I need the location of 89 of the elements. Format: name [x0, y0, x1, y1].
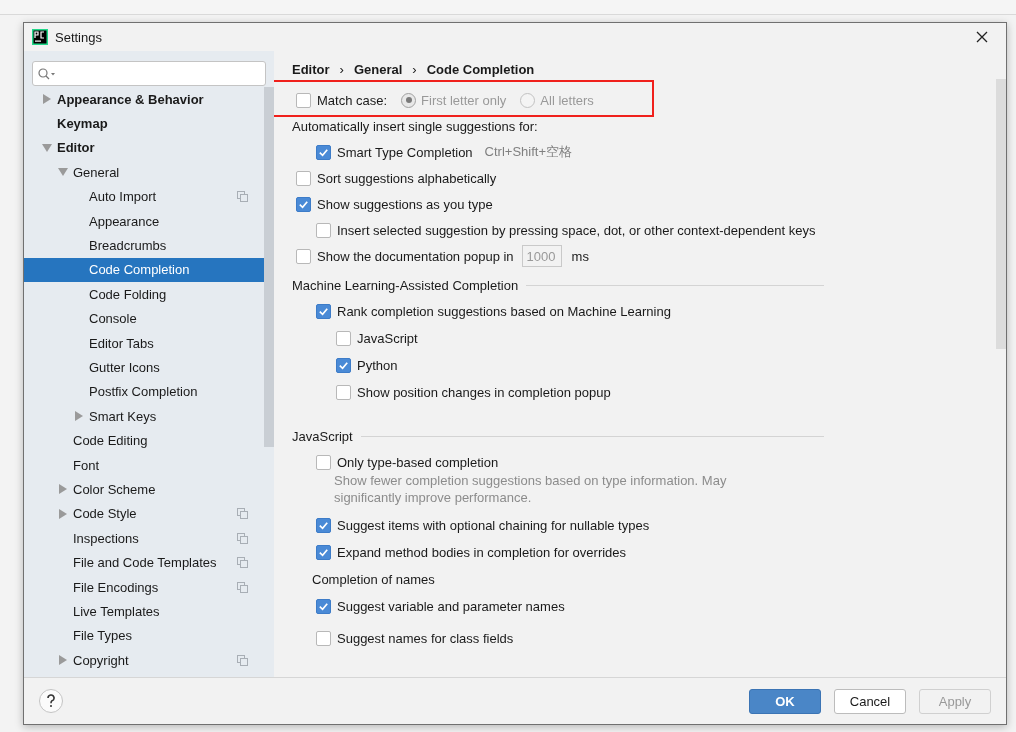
checkmark-icon [317, 546, 330, 559]
expanded-arrow-icon[interactable] [58, 167, 68, 178]
sidebar-item[interactable]: General [24, 160, 264, 185]
checkmark-icon [317, 305, 330, 318]
collapsed-arrow-icon[interactable] [42, 94, 52, 105]
checkbox-label: Rank completion suggestions based on Machine Learning [337, 304, 671, 319]
option-description: Show fewer completion suggestions based on type information. May significantly improve performance. [333, 472, 728, 506]
window-title: Settings [55, 29, 103, 45]
checkbox[interactable] [316, 304, 331, 319]
search-icon [38, 67, 56, 80]
sidebar-item[interactable]: Postfix Completion [24, 379, 264, 405]
checkbox-label: Sort suggestions alphabetically [317, 170, 497, 186]
checkbox[interactable] [296, 248, 311, 264]
collapsed-arrow-icon[interactable] [58, 484, 68, 495]
help-icon [46, 694, 56, 708]
help-button[interactable] [39, 689, 63, 713]
section-title: JavaScript [292, 428, 353, 444]
checkbox[interactable] [316, 599, 331, 614]
sidebar-item[interactable]: Keymap [24, 111, 264, 136]
checkbox[interactable] [336, 331, 351, 346]
checkbox-label: Only type-based completion [337, 455, 499, 470]
checkbox[interactable] [296, 196, 311, 212]
sidebar-item[interactable]: Appearance & Behavior [24, 87, 264, 112]
checkbox[interactable] [296, 92, 311, 108]
checkbox[interactable] [316, 222, 331, 238]
sidebar-item[interactable]: Code Folding [24, 282, 264, 307]
search-field[interactable] [32, 61, 266, 86]
breadcrumb-separator: › [412, 61, 417, 77]
checkmark-icon [317, 519, 330, 532]
checkbox[interactable] [336, 385, 351, 400]
scrollbar-thumb[interactable] [996, 79, 1006, 349]
sidebar-item[interactable]: File Types [24, 623, 264, 648]
dialog-button[interactable]: Cancel [834, 688, 906, 714]
sidebar-item[interactable]: Code Editing [24, 428, 264, 453]
sidebar-item[interactable]: Code Style [24, 501, 264, 527]
expanded-arrow-icon[interactable] [42, 142, 52, 153]
checkbox-label: Show the documentation popup in [317, 248, 514, 264]
checkbox-label: Insert selected suggestion by pressing space, dot, or other context-dependent keys [337, 222, 816, 238]
sidebar-item[interactable]: Live Templates [24, 599, 264, 624]
sidebar-item[interactable]: Console [24, 306, 264, 331]
checkbox[interactable] [316, 631, 331, 646]
checkmark-icon [337, 359, 350, 372]
scrollbar-thumb[interactable] [264, 87, 274, 447]
checkbox[interactable] [336, 358, 351, 373]
sidebar-item[interactable]: Editor Tabs [24, 330, 264, 356]
checkbox-label: Suggest names for class fields [337, 631, 514, 646]
shortcut-hint: Ctrl+Shift+空格 [484, 143, 573, 161]
sidebar-item[interactable]: Gutter Icons [24, 355, 264, 380]
checkbox[interactable] [316, 144, 331, 160]
breadcrumb-item[interactable]: Code Completion [426, 61, 535, 77]
checkbox[interactable] [316, 518, 331, 533]
sidebar-item[interactable]: Font [24, 452, 264, 478]
checkbox-label: Python [357, 358, 398, 373]
collapsed-arrow-icon[interactable] [58, 508, 68, 519]
group-label: Automatically insert single suggestions for: [292, 118, 538, 134]
section-title: Machine Learning-Assisted Completion [292, 277, 519, 293]
checkbox-label: Match case: [317, 92, 388, 108]
collapsed-arrow-icon[interactable] [58, 655, 68, 666]
app-icon [32, 29, 48, 45]
sidebar-item[interactable]: Color Scheme [24, 477, 264, 502]
breadcrumb-separator: › [339, 61, 344, 77]
breadcrumb-item[interactable]: General [353, 61, 403, 77]
checkmark-icon [317, 600, 330, 613]
sidebar-item[interactable]: File and Code Templates [24, 550, 264, 575]
checkbox[interactable] [296, 170, 311, 186]
group-label: Completion of names [312, 572, 435, 587]
checkbox-label: Expand method bodies in completion for overrides [337, 545, 627, 560]
checkbox-label: Suggest items with optional chaining for nullable types [337, 518, 650, 533]
sidebar-item[interactable]: Code Completion [24, 257, 264, 283]
unit-label: ms [571, 248, 589, 264]
ok-button[interactable]: OK [749, 688, 821, 714]
sidebar-item[interactable]: Inspections [24, 526, 264, 551]
checkbox-label: Show suggestions as you type [317, 196, 493, 212]
checkbox-label: Smart Type Completion [337, 144, 473, 160]
breadcrumb-item[interactable]: Editor [292, 61, 330, 77]
checkbox[interactable] [316, 545, 331, 560]
checkbox-label: JavaScript [357, 331, 418, 346]
sidebar-item[interactable]: Appearance [24, 208, 264, 234]
sidebar-item[interactable]: Copyright [24, 648, 264, 673]
sidebar-item[interactable]: File Encodings [24, 574, 264, 600]
sidebar-item[interactable]: Auto Import [24, 184, 264, 209]
checkbox[interactable] [316, 455, 331, 470]
close-icon[interactable] [976, 31, 988, 43]
checkbox-label: Suggest variable and parameter names [337, 599, 565, 614]
sidebar-item[interactable]: Breadcrumbs [24, 233, 264, 258]
checkbox-label: Show position changes in completion popup [357, 385, 611, 400]
collapsed-arrow-icon[interactable] [74, 411, 84, 422]
sidebar-item[interactable]: Smart Keys [24, 404, 264, 429]
sidebar-item[interactable]: Editor [24, 135, 264, 161]
